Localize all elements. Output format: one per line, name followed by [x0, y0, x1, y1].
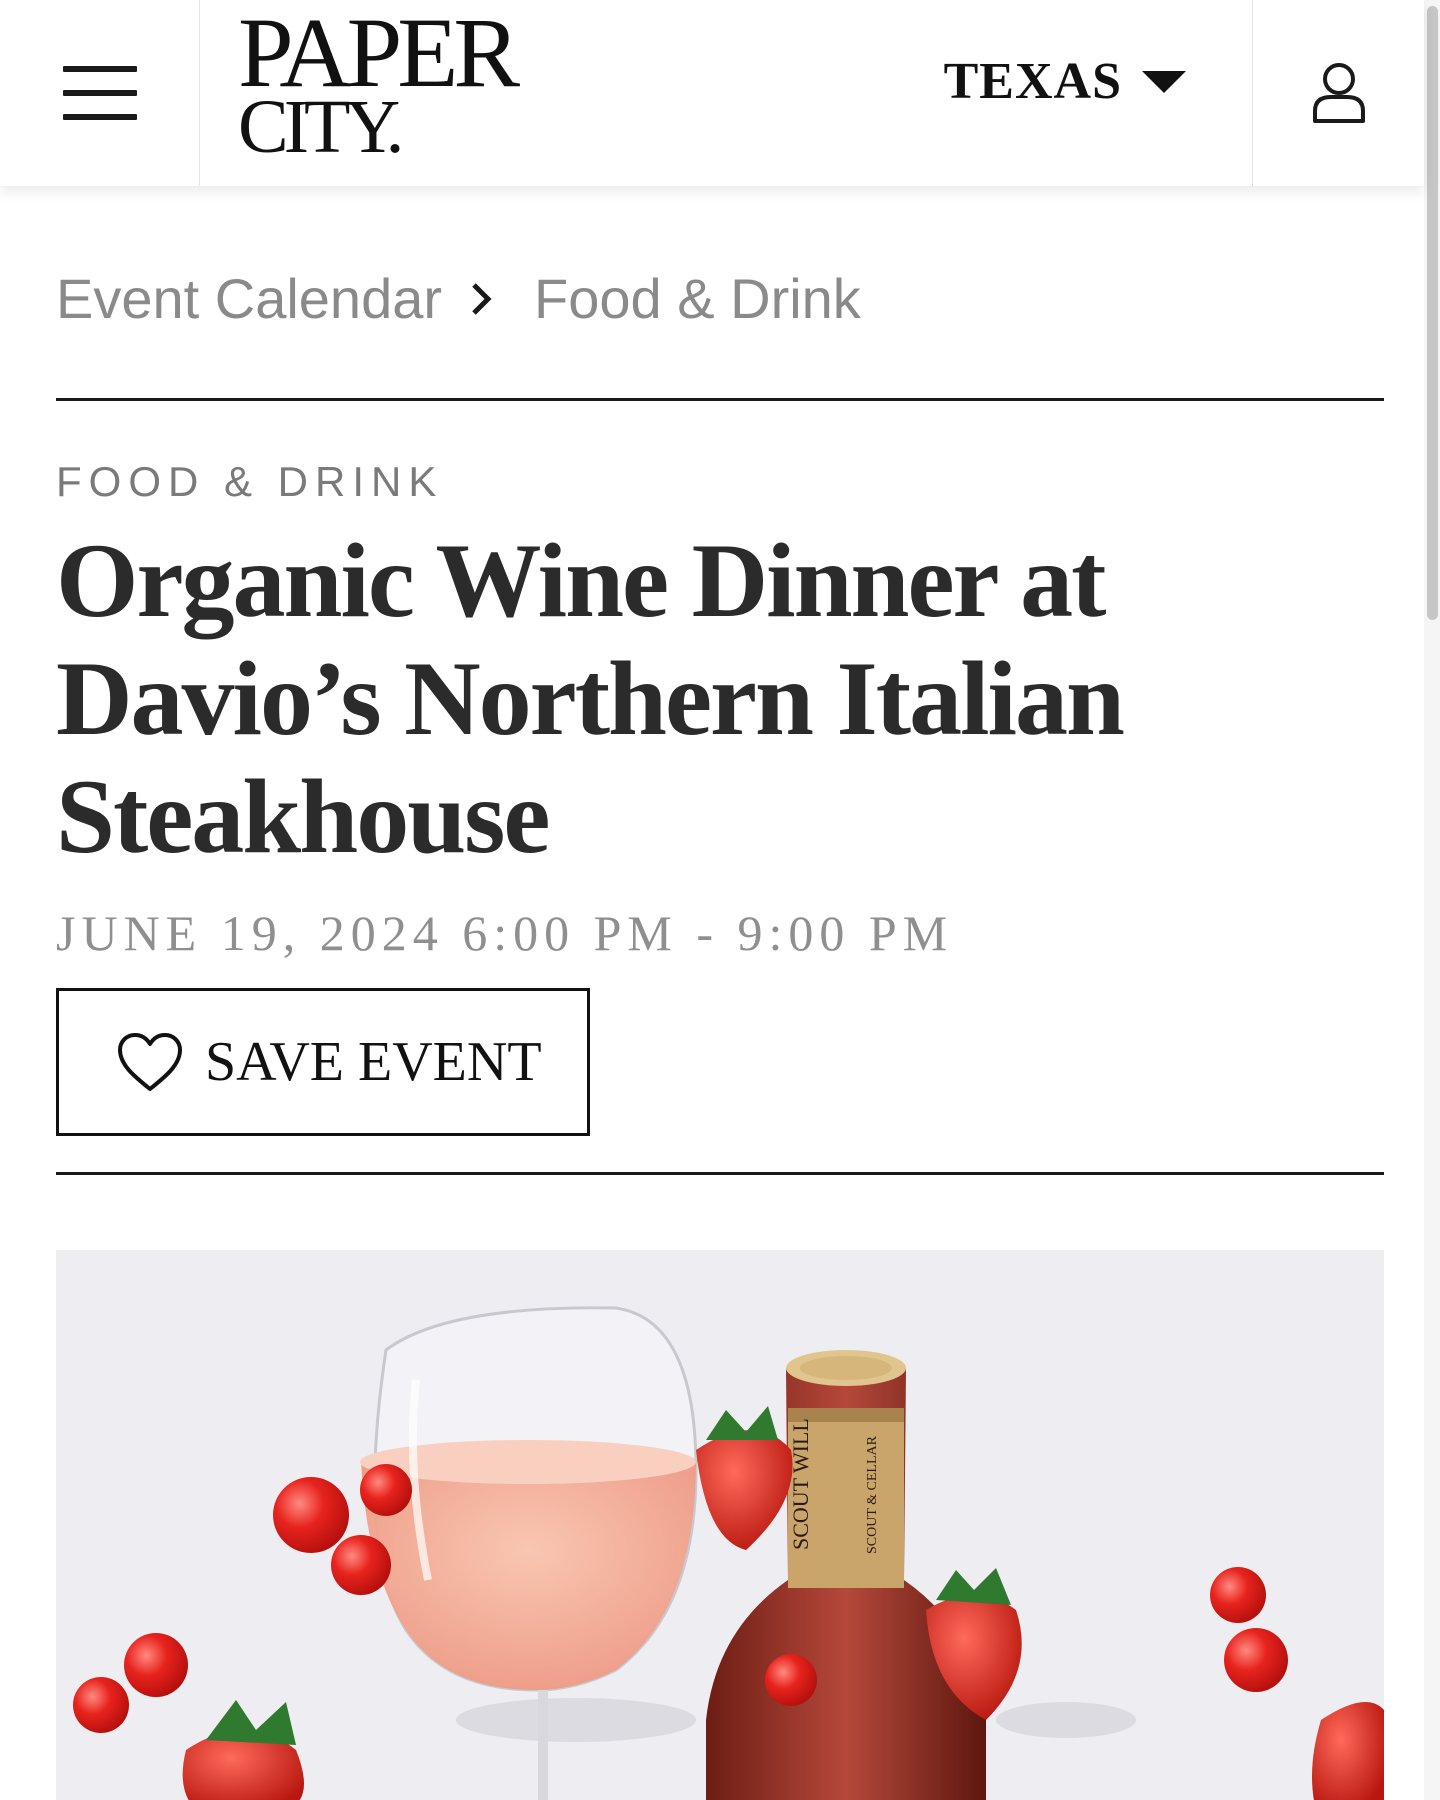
- menu-cell: [0, 0, 200, 186]
- region-label: TEXAS: [943, 53, 1122, 110]
- wine-photo: SCOUT WILL SCOUT & CELLAR: [73, 1306, 1384, 1800]
- event-category[interactable]: FOOD & DRINK: [56, 458, 443, 506]
- strawberry: [696, 1406, 793, 1550]
- chevron-down-icon: [1142, 70, 1186, 93]
- site-logo[interactable]: PAPER CITY.: [238, 0, 520, 166]
- event-hero-image: SCOUT WILL SCOUT & CELLAR: [56, 1250, 1384, 1800]
- scrollbar[interactable]: [1424, 0, 1440, 1800]
- divider-top: [56, 398, 1384, 401]
- event-title: Organic Wine Dinner at Davio’s Northern …: [56, 522, 1125, 875]
- bottle-sublabel-text: SCOUT & CELLAR: [865, 1435, 880, 1554]
- user-icon[interactable]: [1309, 61, 1369, 125]
- strawberry: [1312, 1702, 1384, 1800]
- chevron-right-icon: [470, 281, 492, 317]
- breadcrumb-food-drink[interactable]: Food & Drink: [534, 266, 861, 331]
- save-event-label: SAVE EVENT: [205, 1031, 542, 1093]
- breadcrumb: Event Calendar Food & Drink: [56, 266, 861, 331]
- event-datetime: JUNE 19, 2024 6:00 PM - 9:00 PM: [56, 905, 954, 961]
- menu-icon[interactable]: [62, 66, 137, 120]
- logo-line-1: PAPER: [238, 0, 520, 108]
- bottle-label-text: SCOUT WILL: [788, 1418, 813, 1550]
- scrollbar-thumb[interactable]: [1427, 6, 1438, 620]
- breadcrumb-event-calendar[interactable]: Event Calendar: [56, 266, 442, 331]
- heart-icon: [118, 1033, 182, 1091]
- region-selector[interactable]: TEXAS: [944, 52, 1186, 111]
- divider-bottom: [56, 1172, 1384, 1175]
- logo-cell: PAPER CITY. TEXAS: [200, 0, 1252, 186]
- strawberry: [182, 1700, 304, 1800]
- page: PAPER CITY. TEXAS Event Calendar Food & …: [0, 0, 1440, 1800]
- site-header: PAPER CITY. TEXAS: [0, 0, 1424, 186]
- account-cell: [1252, 0, 1424, 186]
- save-event-button[interactable]: SAVE EVENT: [56, 988, 590, 1136]
